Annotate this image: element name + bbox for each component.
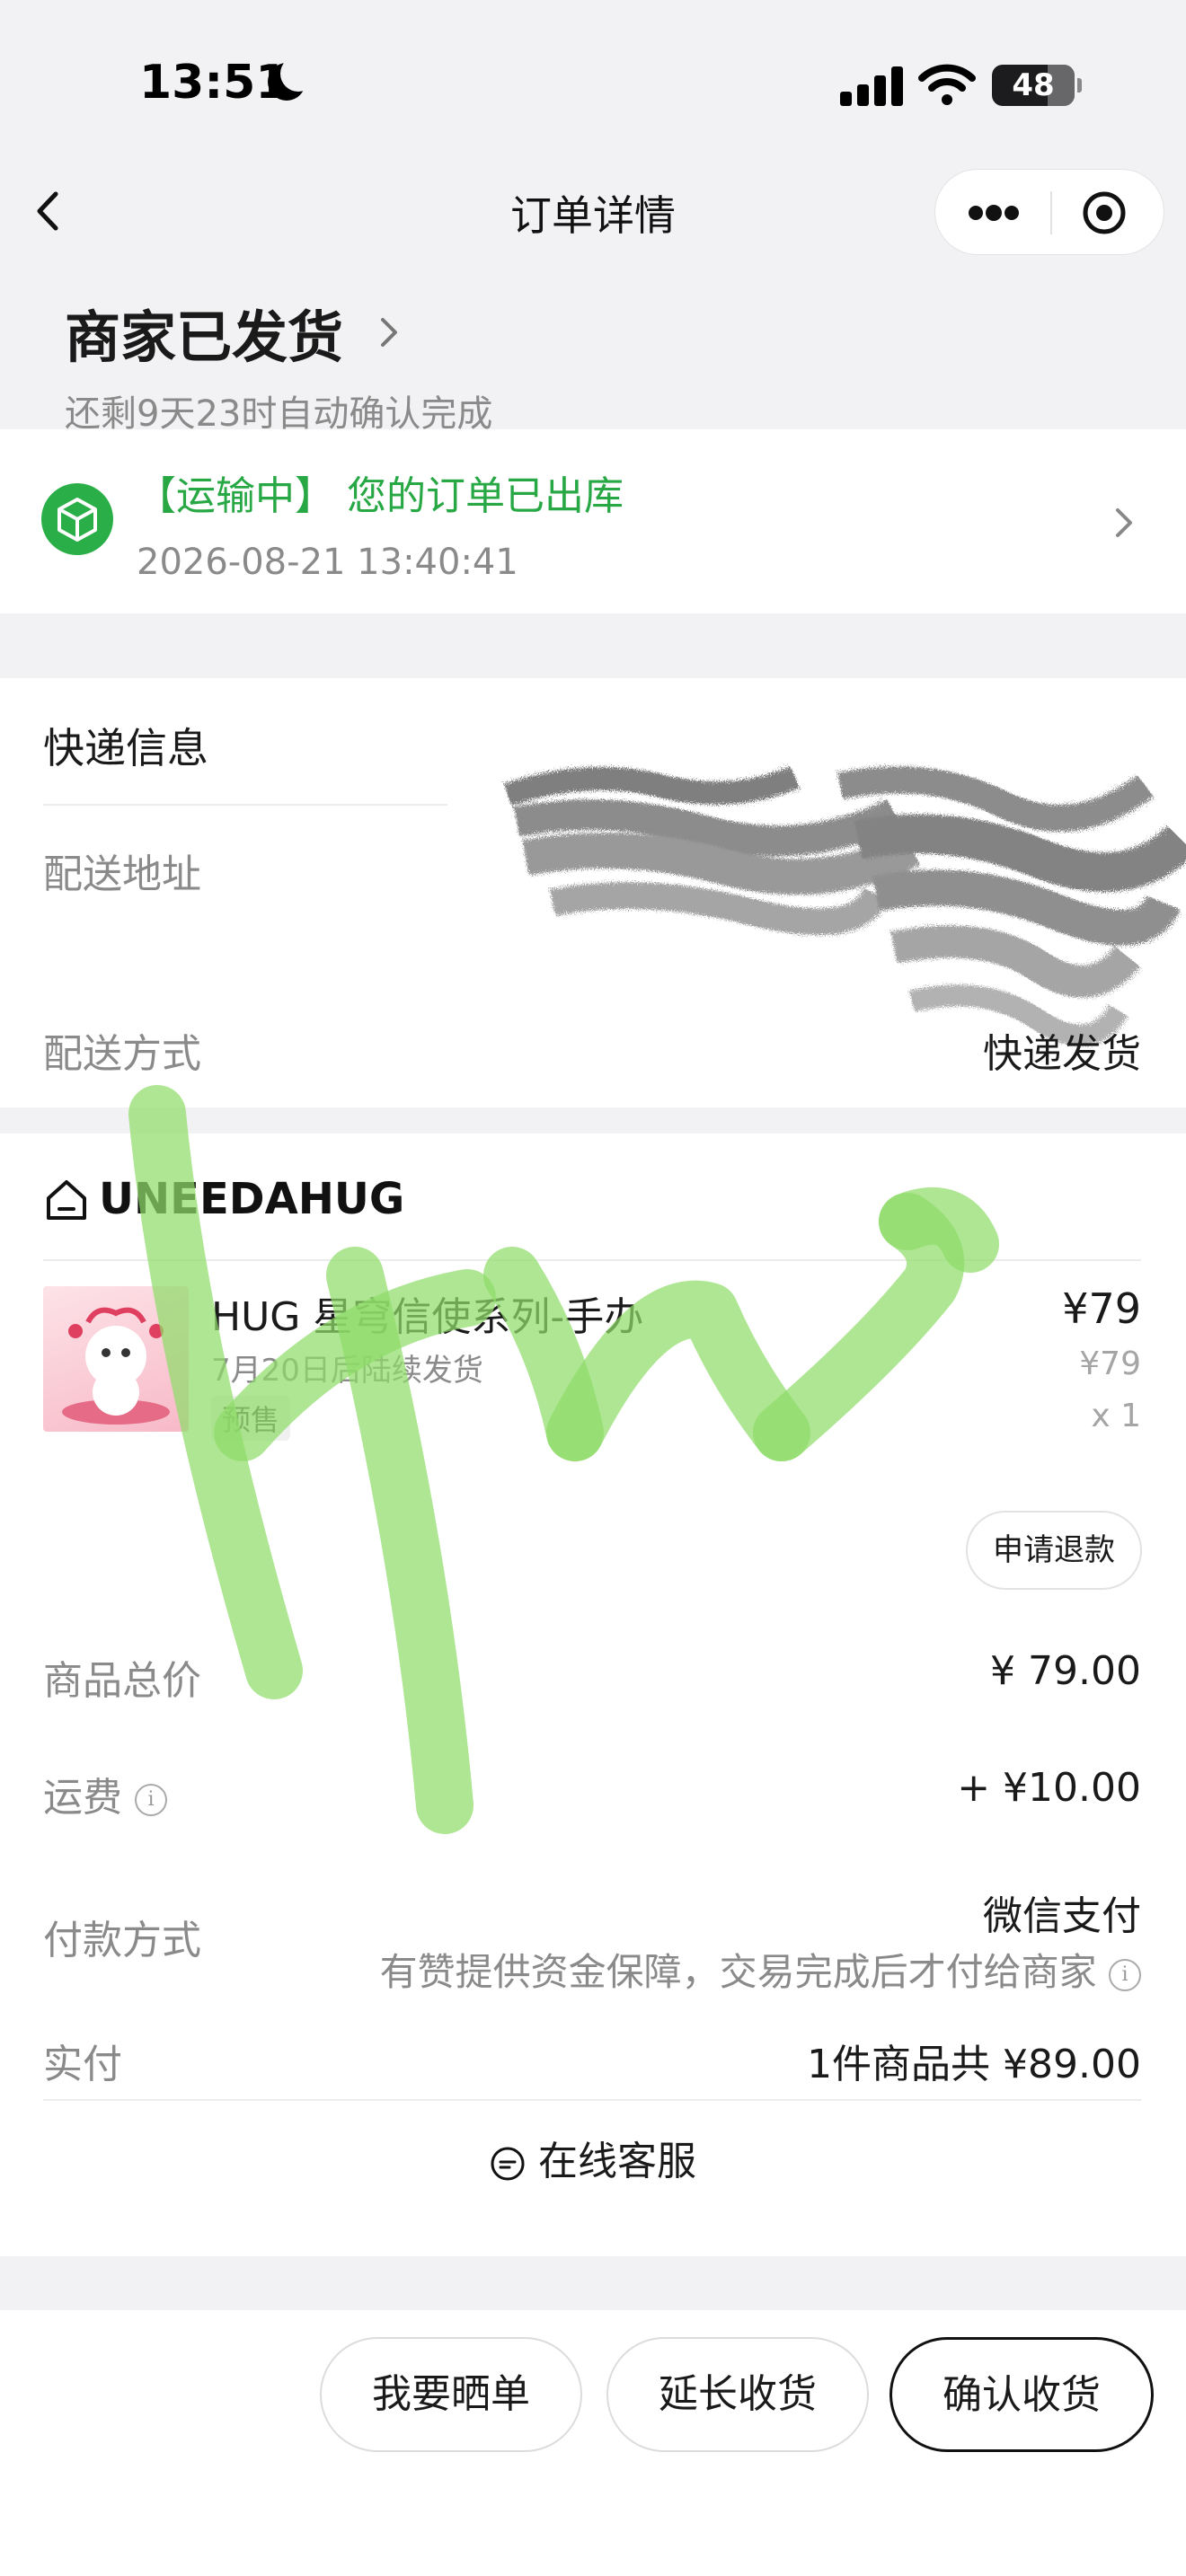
payment-value: 微信支付 bbox=[983, 1893, 1141, 1939]
divider bbox=[43, 2099, 1141, 2101]
paid-value: 1件商品共 ¥89.00 bbox=[807, 2042, 1141, 2087]
info-icon[interactable]: i bbox=[1109, 1958, 1141, 1991]
capsule-divider bbox=[1050, 191, 1052, 234]
delivery-method-label: 配送方式 bbox=[43, 1031, 201, 1077]
delivery-method-value: 快递发货 bbox=[983, 1031, 1141, 1077]
shipping-label: 运费 bbox=[43, 1775, 122, 1821]
shop-icon bbox=[47, 1180, 86, 1220]
refund-button[interactable]: 申请退款 bbox=[966, 1511, 1142, 1590]
delivery-info-card: 快递信息 配送地址 配送方式 快递发货 bbox=[0, 678, 1186, 1107]
share-order-button[interactable]: 我要晒单 bbox=[320, 2337, 582, 2452]
moon-icon bbox=[268, 56, 316, 101]
section-title: 快递信息 bbox=[43, 724, 208, 772]
product-quantity: x 1 bbox=[1091, 1398, 1141, 1434]
divider bbox=[43, 804, 447, 806]
confirm-receipt-button[interactable]: 确认收货 bbox=[890, 2337, 1154, 2452]
shipping-label-row: 运费 i bbox=[43, 1765, 167, 1822]
product-original-price: ¥79 bbox=[1079, 1345, 1141, 1382]
logistics-card[interactable]: 【运输中】 您的订单已出库 2026-08-21 13:40:41 bbox=[0, 429, 1186, 613]
product-price: ¥79 bbox=[1062, 1284, 1141, 1333]
package-icon bbox=[41, 483, 113, 555]
product-name[interactable]: HUG 星穹信使系列-手办 bbox=[211, 1284, 643, 1342]
logistics-time: 2026-08-21 13:40:41 bbox=[137, 542, 518, 583]
online-service-button[interactable]: 在线客服 bbox=[0, 2129, 1186, 2186]
goods-total-value: ¥ 79.00 bbox=[990, 1648, 1141, 1694]
presale-tag: 预售 bbox=[211, 1396, 291, 1441]
online-service-label: 在线客服 bbox=[538, 2139, 696, 2184]
status-bar: 13:51 48 bbox=[0, 0, 1186, 171]
wifi-icon bbox=[918, 64, 976, 105]
close-target-icon[interactable] bbox=[1081, 190, 1128, 236]
order-card: UNEEDAHUG HUG 星穹信使系列-手办 7月20日后陆续发货 预售 ¥7… bbox=[0, 1134, 1186, 2256]
payment-note-row: 有赞提供资金保障，交易完成后才付给商家 i bbox=[380, 1942, 1141, 1997]
product-shipping-note: 7月20日后陆续发货 bbox=[211, 1353, 483, 1389]
bottom-action-bar: 我要晒单 延长收货 确认收货 bbox=[0, 2310, 1186, 2576]
payment-note: 有赞提供资金保障，交易完成后才付给商家 bbox=[379, 1950, 1097, 1994]
payment-label: 付款方式 bbox=[43, 1918, 201, 1963]
clock: 13:51 bbox=[139, 56, 288, 110]
info-icon[interactable]: i bbox=[135, 1784, 167, 1816]
shipping-value: + ¥10.00 bbox=[957, 1765, 1141, 1811]
paid-label: 实付 bbox=[43, 2042, 122, 2087]
battery-icon: 48 bbox=[992, 65, 1082, 106]
battery-level: 48 bbox=[1012, 67, 1055, 103]
shop-name[interactable]: UNEEDAHUG bbox=[99, 1174, 404, 1224]
nav-bar: 订单详情 bbox=[0, 162, 1186, 260]
more-icon[interactable] bbox=[967, 202, 1021, 224]
chat-icon bbox=[491, 2147, 525, 2181]
goods-total-label: 商品总价 bbox=[43, 1658, 201, 1704]
mini-program-capsule bbox=[934, 169, 1164, 255]
cellular-signal-icon bbox=[840, 65, 903, 106]
logistics-status: 【运输中】 您的订单已出库 bbox=[137, 473, 624, 519]
divider bbox=[43, 1259, 1141, 1261]
chevron-right-icon bbox=[1116, 508, 1132, 537]
chevron-right-icon[interactable] bbox=[376, 313, 403, 352]
product-thumbnail[interactable] bbox=[43, 1286, 189, 1432]
order-status-title[interactable]: 商家已发货 bbox=[65, 292, 343, 373]
extend-receipt-button[interactable]: 延长收货 bbox=[606, 2337, 869, 2452]
address-label: 配送地址 bbox=[43, 851, 201, 897]
